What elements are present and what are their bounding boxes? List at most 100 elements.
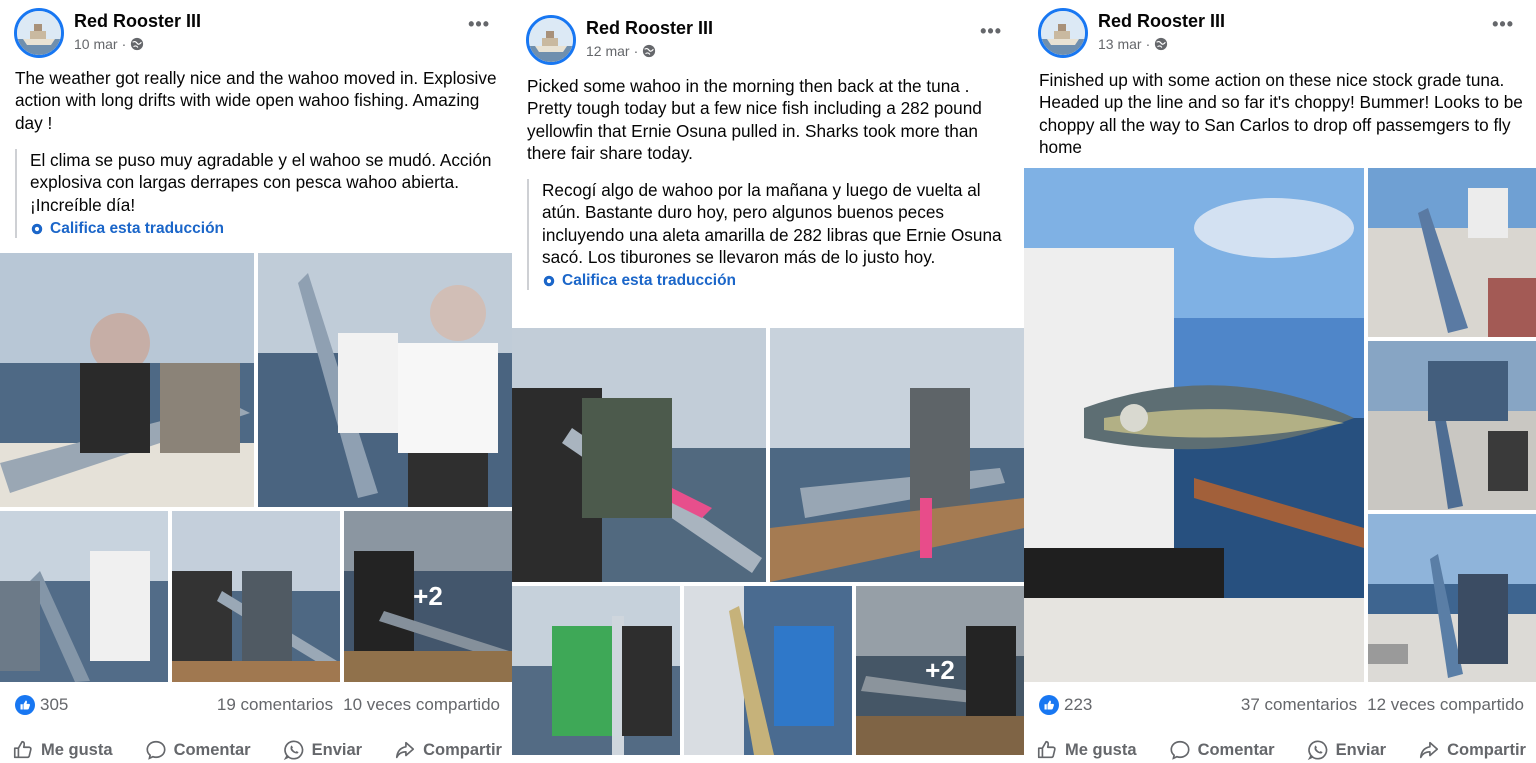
comment-label: Comentar — [173, 740, 251, 759]
post-text: The weather got really nice and the waho… — [15, 68, 497, 133]
page-avatar[interactable] — [14, 8, 64, 58]
more-photos-overlay[interactable]: +2 — [856, 586, 1024, 755]
page-avatar[interactable] — [1038, 8, 1088, 58]
photo-wahoo-catch-5[interactable]: +2 — [856, 586, 1024, 755]
translation-block: Recogí algo de wahoo por la mañana y lue… — [527, 179, 1012, 291]
page-name[interactable]: Red Rooster III — [74, 11, 201, 32]
photo-grid — [1024, 168, 1536, 682]
page-name[interactable]: Red Rooster III — [586, 18, 713, 39]
post-card: Red Rooster III 13 mar · ••• Finished up… — [1024, 0, 1536, 763]
like-badge-icon — [15, 695, 35, 715]
rate-translation-link[interactable]: Califica esta traducción — [542, 272, 1012, 290]
comment-label: Comentar — [1197, 740, 1275, 759]
share-count[interactable]: 12 veces compartido — [1367, 695, 1524, 715]
post-text: Finished up with some action on these ni… — [1039, 70, 1523, 157]
comment-button[interactable]: Comentar — [1169, 736, 1275, 763]
translation-text: Recogí algo de wahoo por la mañana y lue… — [542, 180, 1002, 267]
like-badge-icon — [1039, 695, 1059, 715]
rate-translation-label: Califica esta traducción — [50, 219, 225, 237]
comment-icon — [146, 740, 166, 760]
photo-wahoo-catch-1[interactable] — [0, 253, 254, 507]
like-button[interactable]: Me gusta — [12, 736, 113, 763]
send-label: Enviar — [311, 740, 363, 759]
action-bar: Me gusta Comentar Enviar Compartir — [1036, 736, 1526, 763]
page-name[interactable]: Red Rooster III — [1098, 11, 1225, 32]
thumb-up-icon — [1037, 740, 1056, 759]
like-button[interactable]: Me gusta — [1036, 736, 1137, 763]
boat-avatar-icon — [1041, 11, 1085, 55]
gear-icon — [543, 275, 555, 287]
post-card: Red Rooster III 10 mar · ••• The weather… — [0, 0, 512, 763]
meta-separator: · — [1145, 36, 1151, 52]
boat-avatar-icon — [17, 11, 61, 55]
post-date[interactable]: 12 mar — [586, 43, 630, 59]
photo-tuna-catch-main[interactable] — [1024, 168, 1364, 682]
send-button[interactable]: Enviar — [1307, 736, 1386, 763]
translation-block: El clima se puso muy agradable y el waho… — [15, 149, 500, 238]
meta-separator: · — [121, 36, 127, 52]
post-header: Red Rooster III 10 mar · ••• — [14, 8, 504, 60]
post-header: Red Rooster III 12 mar · ••• — [526, 15, 1016, 67]
photo-tuna-catch-3[interactable] — [1368, 341, 1536, 510]
photo-wahoo-catch-4[interactable] — [172, 511, 340, 682]
share-button[interactable]: Compartir — [394, 736, 502, 763]
photo-wahoo-catch-2[interactable] — [258, 253, 512, 507]
photo-wahoo-catch-2[interactable] — [770, 328, 1024, 582]
whatsapp-icon — [1307, 740, 1327, 761]
photo-grid: +2 — [0, 253, 512, 682]
meta-separator: · — [633, 43, 639, 59]
post-text: Picked some wahoo in the morning then ba… — [527, 76, 982, 163]
post-meta: 13 mar · — [1098, 36, 1168, 52]
photo-grid: +2 — [512, 328, 1024, 755]
photo-wahoo-catch-3[interactable] — [0, 511, 168, 682]
more-options-icon[interactable]: ••• — [468, 14, 490, 35]
gear-icon — [31, 223, 43, 235]
post-card: Red Rooster III 12 mar · ••• Picked some… — [512, 0, 1024, 763]
whatsapp-icon — [283, 740, 303, 761]
comment-count[interactable]: 19 comentarios — [217, 695, 333, 715]
share-icon — [396, 741, 415, 759]
like-count[interactable]: 223 — [1064, 695, 1092, 715]
share-button[interactable]: Compartir — [1418, 736, 1526, 763]
translation-text: El clima se puso muy agradable y el waho… — [30, 150, 492, 215]
photo-tuna-catch-2[interactable] — [1368, 168, 1536, 337]
comment-button[interactable]: Comentar — [145, 736, 251, 763]
send-label: Enviar — [1335, 740, 1387, 759]
photo-wahoo-catch-1[interactable] — [512, 328, 766, 582]
thumb-up-icon — [13, 740, 32, 759]
rate-translation-label: Califica esta traducción — [562, 272, 737, 290]
comment-icon — [1170, 740, 1190, 760]
post-meta: 10 mar · — [74, 36, 144, 52]
post-meta: 12 mar · — [586, 43, 656, 59]
post-date[interactable]: 13 mar — [1098, 36, 1142, 52]
send-button[interactable]: Enviar — [283, 736, 362, 763]
like-label: Me gusta — [41, 740, 113, 759]
stats-right: 37 comentarios 12 veces compartido — [1241, 695, 1524, 715]
post-stats: 305 19 comentarios 10 veces compartido — [15, 694, 500, 718]
post-header: Red Rooster III 13 mar · ••• — [1038, 8, 1528, 60]
share-label: Compartir — [1447, 740, 1526, 759]
more-options-icon[interactable]: ••• — [980, 21, 1002, 42]
photo-wahoo-catch-5[interactable]: +2 — [344, 511, 512, 682]
share-label: Compartir — [423, 740, 502, 759]
globe-icon — [1155, 37, 1168, 51]
comment-count[interactable]: 37 comentarios — [1241, 695, 1357, 715]
photo-wahoo-catch-3[interactable] — [512, 586, 680, 755]
post-date[interactable]: 10 mar — [74, 36, 118, 52]
rate-translation-link[interactable]: Califica esta traducción — [30, 220, 500, 238]
stats-right: 19 comentarios 10 veces compartido — [217, 695, 500, 715]
page-avatar[interactable] — [526, 15, 576, 65]
share-icon — [1420, 741, 1439, 759]
globe-icon — [131, 37, 144, 51]
post-stats: 223 37 comentarios 12 veces compartido — [1039, 694, 1524, 718]
share-count[interactable]: 10 veces compartido — [343, 695, 500, 715]
action-bar: Me gusta Comentar Enviar Compartir — [12, 736, 502, 763]
boat-avatar-icon — [529, 18, 573, 62]
photo-tuna-catch-4[interactable] — [1368, 514, 1536, 682]
like-count[interactable]: 305 — [40, 695, 68, 715]
photo-wahoo-catch-4[interactable] — [684, 586, 852, 755]
like-label: Me gusta — [1065, 740, 1137, 759]
more-photos-overlay[interactable]: +2 — [344, 511, 512, 682]
more-options-icon[interactable]: ••• — [1492, 14, 1514, 35]
globe-icon — [643, 44, 656, 58]
